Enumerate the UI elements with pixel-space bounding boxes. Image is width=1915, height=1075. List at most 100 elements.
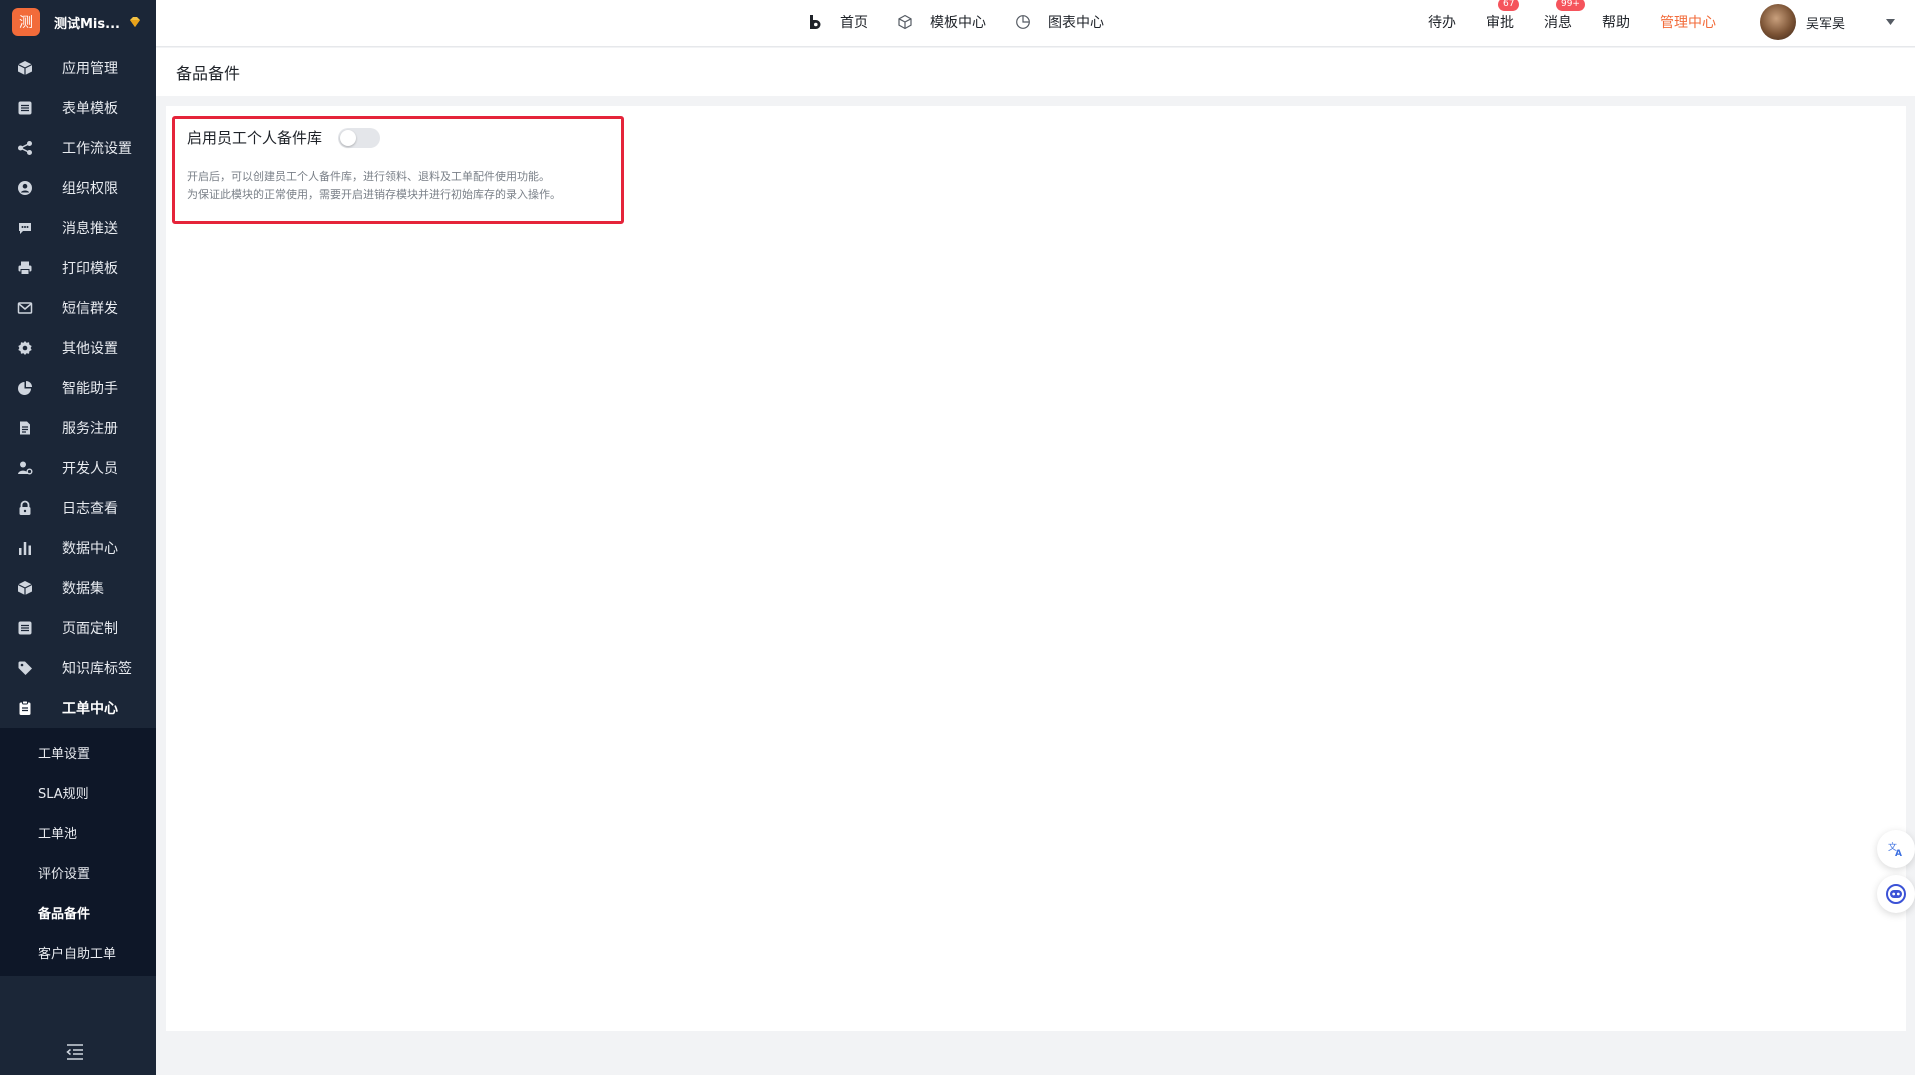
brand[interactable]: 测 测试Mis... — [0, 0, 156, 44]
home-logo-icon — [806, 13, 824, 31]
sidebar-item-log-viewer[interactable]: 日志查看 — [0, 488, 156, 528]
sidebar-item-label: 知识库标签 — [62, 661, 132, 677]
sidebar-item-app-management[interactable]: 应用管理 — [0, 48, 156, 88]
robot-icon — [1886, 884, 1906, 904]
description-line-1: 开启后，可以创建员工个人备件库，进行领料、退料及工单配件使用功能。 — [187, 170, 550, 183]
template-cube-icon — [896, 13, 914, 31]
approval-count-badge: 67 — [1497, 0, 1520, 11]
description-line-2: 为保证此模块的正常使用，需要开启进销存模块并进行初始库存的录入操作。 — [187, 188, 561, 201]
submenu-item-spare-parts[interactable]: 备品备件 — [0, 892, 156, 932]
submenu-item-ticket-pool[interactable]: 工单池 — [0, 812, 156, 852]
form-icon — [16, 99, 34, 117]
sidebar-item-form-templates[interactable]: 表单模板 — [0, 88, 156, 128]
submenu-item-self-service-tickets[interactable]: 客户自助工单 — [0, 932, 156, 972]
sidebar-item-label: 日志查看 — [62, 501, 118, 517]
approval-link[interactable]: 审批 67 — [1485, 0, 1520, 32]
svg-text:A: A — [1895, 849, 1902, 858]
sidebar-item-org-permissions[interactable]: 组织权限 — [0, 168, 156, 208]
sidebar-item-label: 数据集 — [62, 581, 104, 597]
printer-icon — [16, 259, 34, 277]
gear-icon — [16, 339, 34, 357]
sidebar-item-message-push[interactable]: 消息推送 — [0, 208, 156, 248]
sidebar-item-service-registry[interactable]: 服务注册 — [0, 408, 156, 448]
top-nav: 首页 模板中心 图表中心 — [806, 0, 1132, 44]
user-menu[interactable]: 吴军昊 — [1759, 4, 1895, 40]
clipboard-icon — [16, 699, 34, 717]
enable-personal-library-toggle[interactable] — [338, 127, 381, 148]
tag-icon — [16, 659, 34, 677]
brand-logo: 测 — [12, 8, 40, 36]
sidebar-item-sms-broadcast[interactable]: 短信群发 — [0, 288, 156, 328]
top-right-actions: 待办 审批 67 消息 99+ 帮助 管理中心 吴军昊 — [1428, 0, 1895, 44]
sidebar-item-knowledge-tags[interactable]: 知识库标签 — [0, 648, 156, 688]
diamond-icon — [129, 17, 140, 27]
sidebar-item-developers[interactable]: 开发人员 — [0, 448, 156, 488]
approval-label: 审批 — [1485, 15, 1514, 31]
sidebar-item-label: 开发人员 — [62, 461, 118, 477]
sidebar-item-label: 消息推送 — [62, 221, 118, 237]
form-icon — [16, 619, 34, 637]
sidebar-item-data-center[interactable]: 数据中心 — [0, 528, 156, 568]
sidebar-item-label: 表单模板 — [62, 101, 118, 117]
document-icon — [16, 419, 34, 437]
sidebar-item-label: 其他设置 — [62, 341, 118, 357]
nav-template-center-label: 模板中心 — [930, 15, 986, 31]
sidebar-item-label: 智能助手 — [62, 381, 118, 397]
sidebar-item-print-templates[interactable]: 打印模板 — [0, 248, 156, 288]
sidebar-menu: 应用管理 表单模板 工作流设置 组织权限 消息推送 打印模板 短信群发 其他设置… — [0, 48, 156, 976]
messages-label: 消息 — [1543, 15, 1572, 31]
collapse-menu-icon — [66, 1044, 83, 1060]
toggle-knob — [340, 129, 357, 146]
sidebar-item-label: 应用管理 — [62, 61, 118, 77]
ticket-center-submenu: 工单设置 SLA规则 工单池 评价设置 备品备件 客户自助工单 — [0, 728, 156, 976]
sidebar-item-ticket-center[interactable]: 工单中心 — [0, 688, 156, 728]
sidebar-item-datasets[interactable]: 数据集 — [0, 568, 156, 608]
translate-icon: 文A — [1888, 841, 1902, 858]
translate-button[interactable]: 文A — [1877, 830, 1915, 868]
messages-link[interactable]: 消息 99+ — [1543, 0, 1585, 32]
chart-pie-icon — [1014, 13, 1032, 31]
nav-template-center[interactable]: 模板中心 — [896, 12, 986, 32]
cube-icon — [16, 59, 34, 77]
page-title: 备品备件 — [176, 64, 241, 83]
user-circle-icon — [16, 179, 34, 197]
sidebar-item-smart-assistant[interactable]: 智能助手 — [0, 368, 156, 408]
nav-home-label: 首页 — [840, 15, 868, 31]
help-link[interactable]: 帮助 — [1602, 12, 1630, 32]
setting-label: 启用员工个人备件库 — [187, 129, 323, 147]
top-bar: 首页 模板中心 图表中心 待办 审批 67 消息 99+ 帮助 管理中心 吴军昊 — [156, 0, 1915, 47]
sidebar-item-workflow[interactable]: 工作流设置 — [0, 128, 156, 168]
nav-home[interactable]: 首页 — [806, 12, 868, 32]
workflow-icon — [16, 139, 34, 157]
mail-icon — [16, 299, 34, 317]
personal-spare-parts-setting: 启用员工个人备件库 开启后，可以创建员工个人备件库，进行领料、退料及工单配件使用… — [172, 116, 624, 224]
nav-chart-center-label: 图表中心 — [1048, 15, 1104, 31]
bar-chart-icon — [16, 539, 34, 557]
messages-count-badge: 99+ — [1555, 0, 1585, 11]
nav-chart-center[interactable]: 图表中心 — [1014, 12, 1104, 32]
cube-icon — [16, 579, 34, 597]
assistant-bot-button[interactable] — [1877, 875, 1915, 913]
collapse-sidebar-button[interactable] — [64, 1041, 86, 1063]
submenu-item-ticket-settings[interactable]: 工单设置 — [0, 732, 156, 772]
lock-icon — [16, 499, 34, 517]
chat-icon — [16, 219, 34, 237]
sidebar-item-label: 短信群发 — [62, 301, 118, 317]
developer-icon — [16, 459, 34, 477]
todo-link[interactable]: 待办 — [1428, 12, 1456, 32]
avatar — [1759, 4, 1796, 40]
sidebar-item-other-settings[interactable]: 其他设置 — [0, 328, 156, 368]
sidebar-item-label: 页面定制 — [62, 621, 118, 637]
user-name: 吴军昊 — [1805, 16, 1845, 32]
sidebar-item-label: 服务注册 — [62, 421, 118, 437]
submenu-item-sla-rules[interactable]: SLA规则 — [0, 772, 156, 812]
sidebar-item-label: 组织权限 — [62, 181, 118, 197]
sidebar: 测 测试Mis... 应用管理 表单模板 工作流设置 组织权限 消息推送 打印模… — [0, 0, 156, 1075]
brand-name: 测试Mis... — [54, 16, 120, 32]
submenu-item-rating-settings[interactable]: 评价设置 — [0, 852, 156, 892]
content-panel: 启用员工个人备件库 开启后，可以创建员工个人备件库，进行领料、退料及工单配件使用… — [166, 106, 1906, 1031]
page-header: 备品备件 — [156, 48, 1915, 96]
sidebar-item-page-customization[interactable]: 页面定制 — [0, 608, 156, 648]
admin-center-link[interactable]: 管理中心 — [1660, 12, 1716, 32]
pie-icon — [16, 379, 34, 397]
